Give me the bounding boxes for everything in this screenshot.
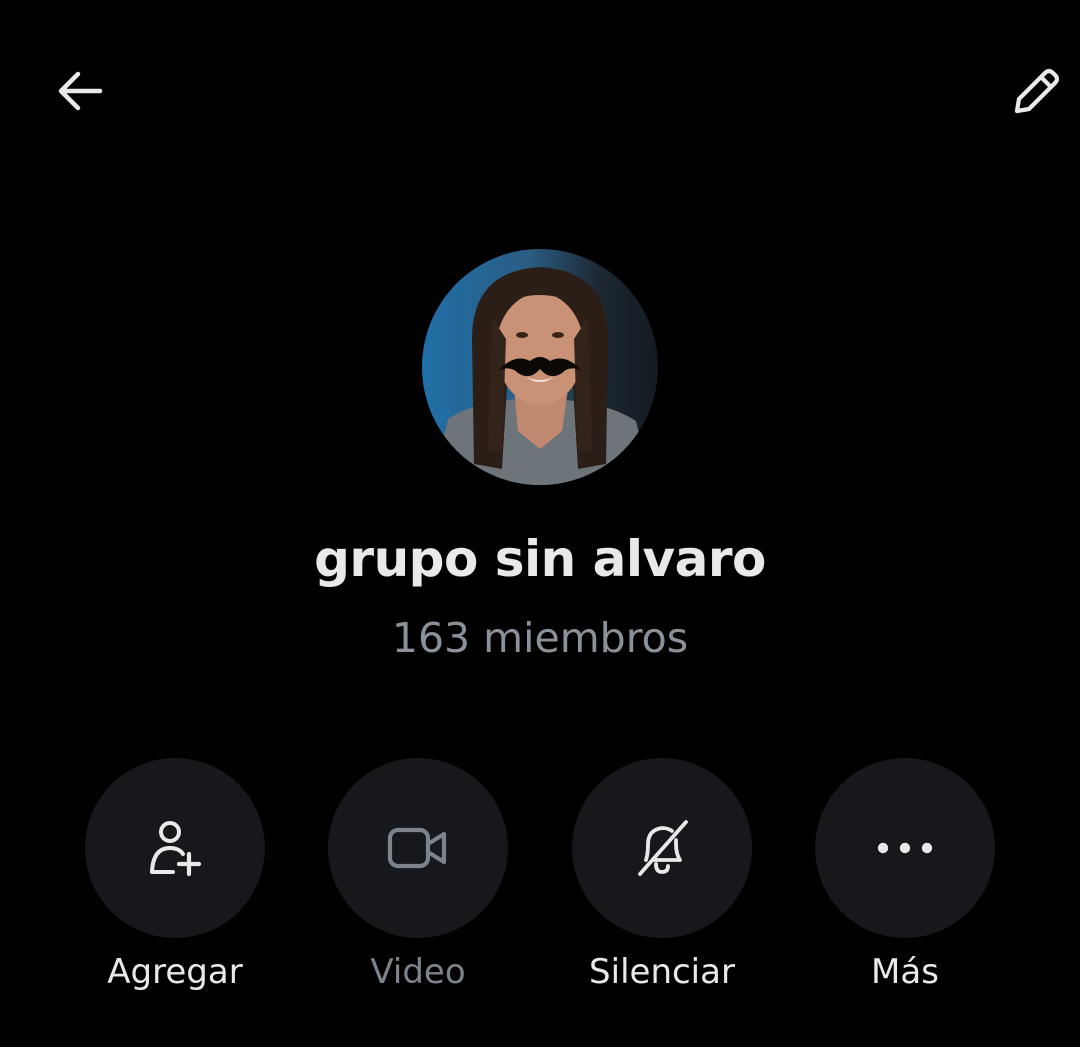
add-person-icon <box>150 821 202 877</box>
group-name: grupo sin alvaro <box>314 530 766 588</box>
add-action: Agregar <box>85 758 265 992</box>
add-button[interactable] <box>85 758 265 938</box>
video-camera-icon <box>387 827 447 869</box>
more-dots-icon <box>877 842 933 854</box>
mute-action: Silenciar <box>572 758 752 992</box>
mute-button[interactable] <box>572 758 752 938</box>
more-label: Más <box>871 952 939 992</box>
avatar-photo <box>422 249 658 485</box>
pencil-icon <box>1014 68 1060 114</box>
edit-button[interactable] <box>995 51 1075 131</box>
more-action: Más <box>815 758 995 992</box>
bell-slash-icon <box>638 820 688 876</box>
group-avatar[interactable] <box>422 249 658 485</box>
video-label: Video <box>370 952 466 992</box>
arrow-left-icon <box>58 71 103 111</box>
back-button[interactable] <box>40 51 120 131</box>
more-button[interactable] <box>815 758 995 938</box>
member-count[interactable]: 163 miembros <box>0 614 1080 662</box>
video-action: Video <box>328 758 508 992</box>
add-label: Agregar <box>107 952 243 992</box>
mute-label: Silenciar <box>589 952 735 992</box>
video-button[interactable] <box>328 758 508 938</box>
